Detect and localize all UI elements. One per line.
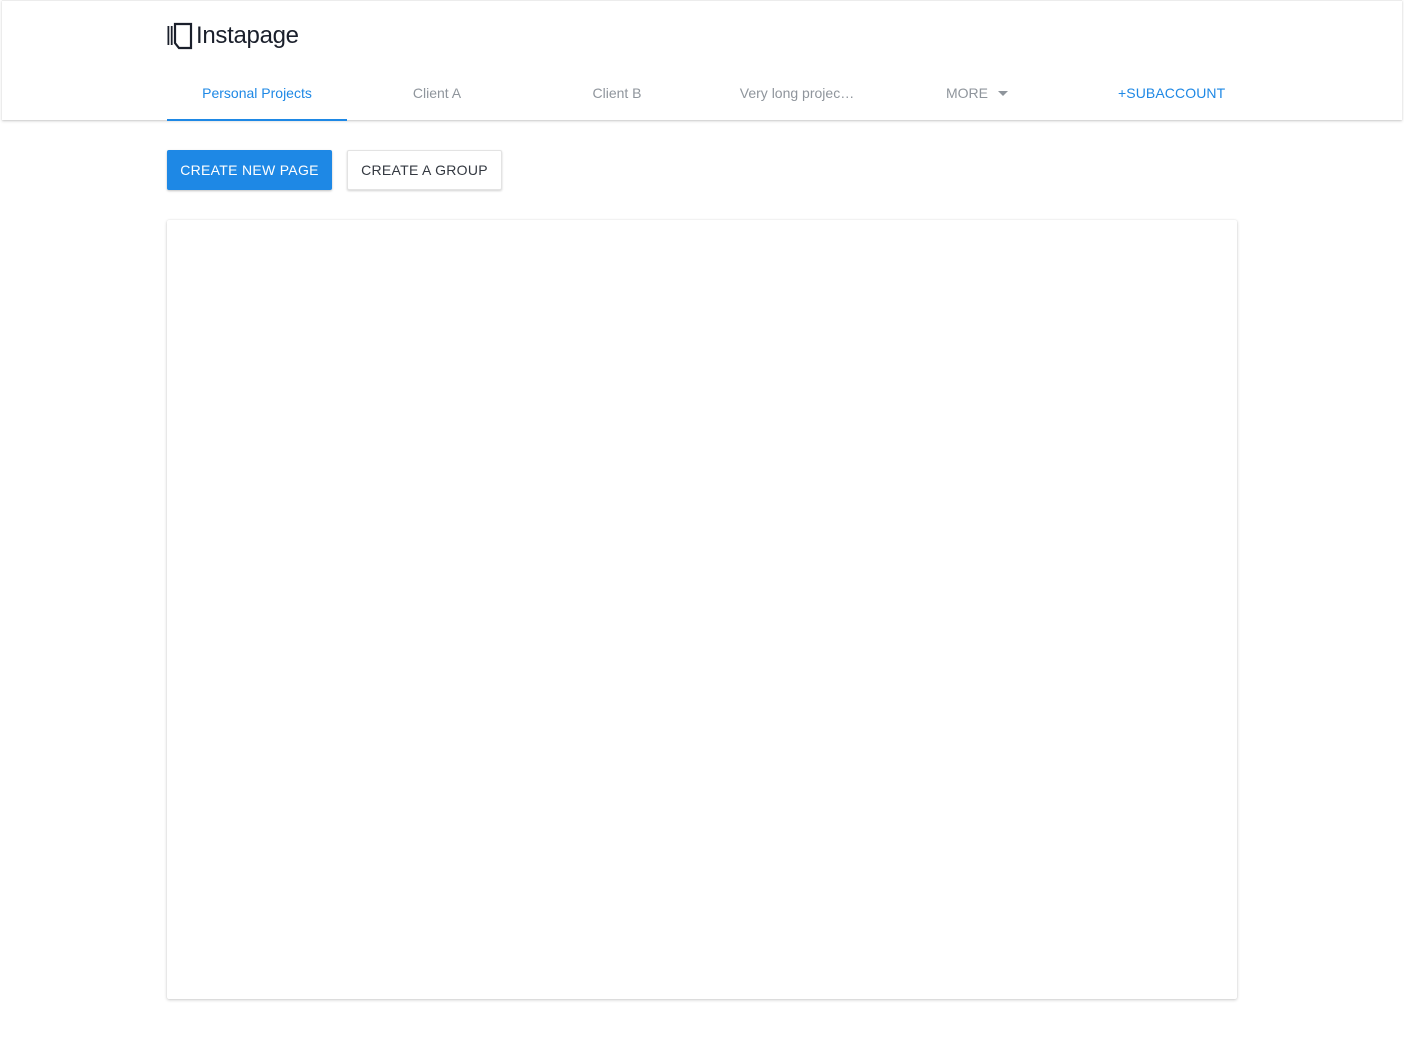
page-actions: CREATE NEW PAGE CREATE A GROUP <box>167 150 502 190</box>
tab-label: Client B <box>592 85 642 101</box>
add-subaccount-button[interactable]: +SUBACCOUNT <box>1118 65 1225 121</box>
tab-label: Client A <box>412 85 462 101</box>
project-tabs: Personal Projects Client A Client B Very… <box>167 65 1067 121</box>
tab-very-long-project[interactable]: Very long projec… <box>707 65 887 121</box>
tab-label: Personal Projects <box>202 85 312 101</box>
tab-more-dropdown[interactable]: MORE <box>887 65 1067 121</box>
tab-label: MORE <box>946 85 988 101</box>
logo-text: Instapage <box>196 22 299 49</box>
top-header: Instapage Personal Projects Client A Cli… <box>2 0 1402 121</box>
create-new-page-button[interactable]: CREATE NEW PAGE <box>167 150 332 190</box>
tab-label: Very long projec… <box>739 85 855 101</box>
tab-personal-projects[interactable]: Personal Projects <box>167 65 347 121</box>
tab-client-a[interactable]: Client A <box>347 65 527 121</box>
pages-content-card <box>167 220 1237 999</box>
instapage-logo-icon <box>167 22 193 50</box>
caret-down-icon <box>998 90 1008 96</box>
tab-client-b[interactable]: Client B <box>527 65 707 121</box>
instapage-logo[interactable]: Instapage <box>167 21 299 51</box>
create-group-button[interactable]: CREATE A GROUP <box>347 150 502 190</box>
